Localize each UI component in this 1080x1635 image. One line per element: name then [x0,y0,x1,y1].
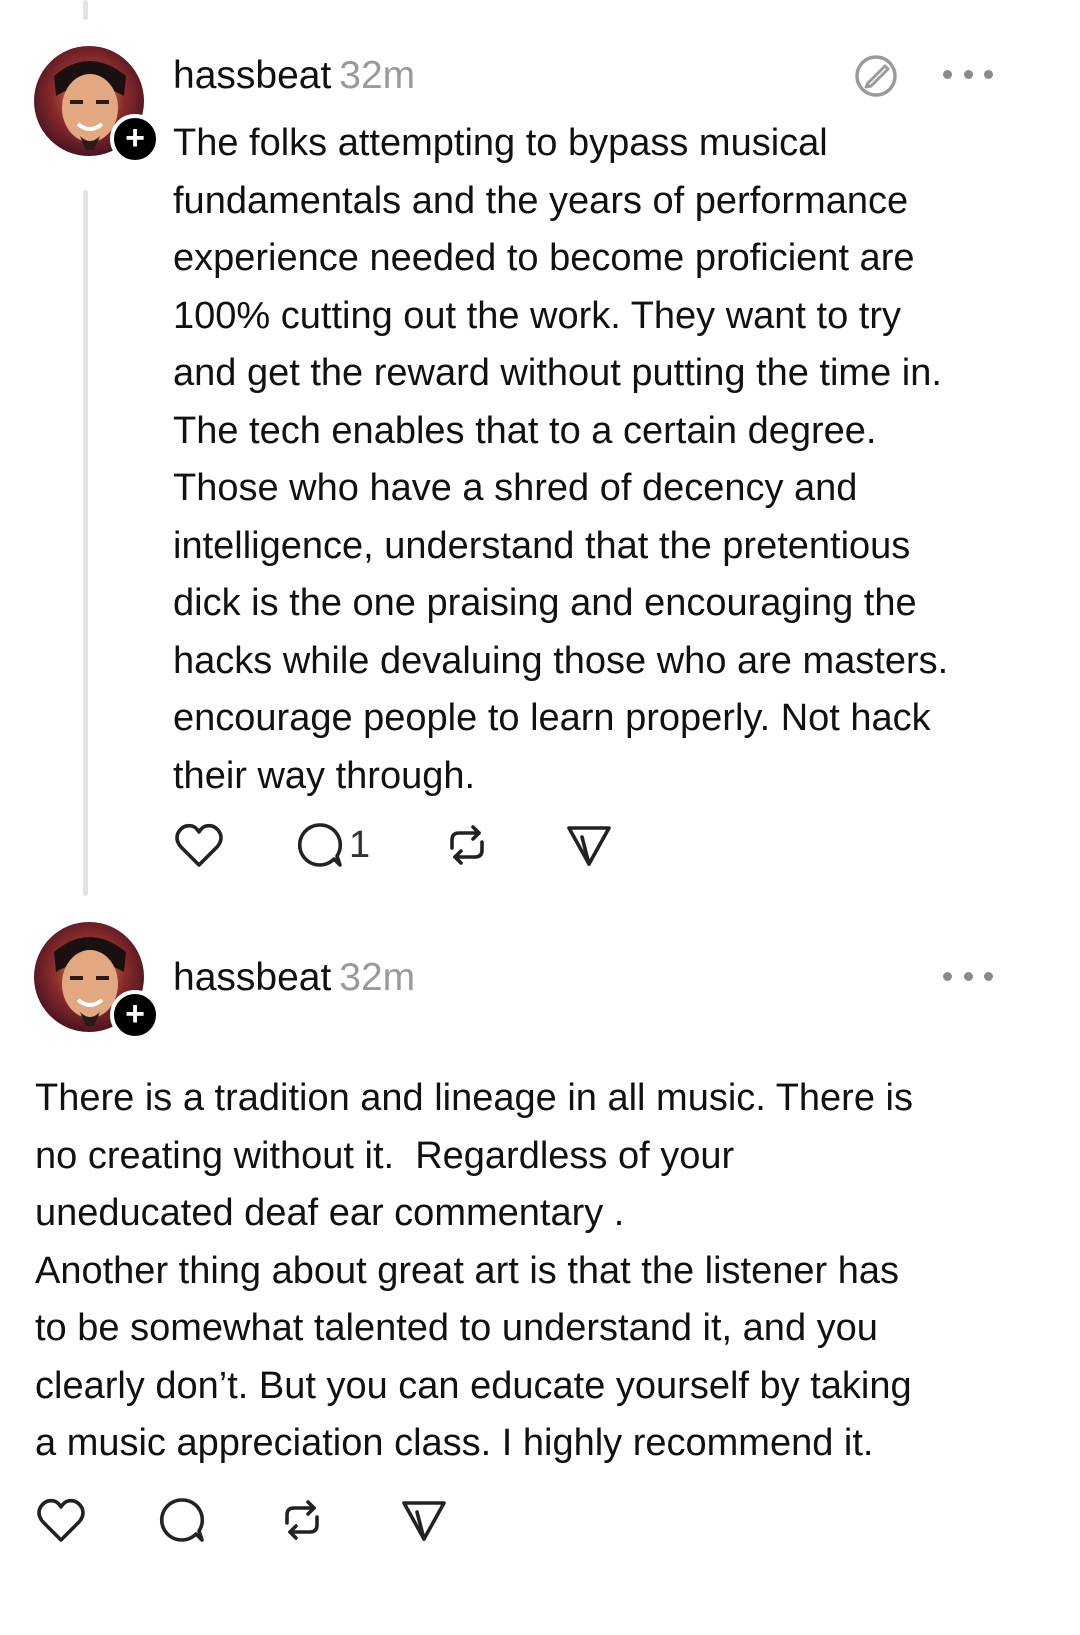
like-heart-icon[interactable] [173,820,225,870]
reply-count: 1 [349,823,371,866]
like-heart-icon[interactable] [35,1495,87,1545]
reply-bubble-icon[interactable] [295,820,345,870]
post-header: hassbeat 32m [173,956,415,1000]
edit-icon[interactable] [852,52,900,100]
share-send-icon[interactable] [564,820,614,870]
username[interactable]: hassbeat [173,54,331,97]
thread-line [83,190,88,896]
timestamp: 32m [339,956,416,999]
thread-line-top [83,0,88,20]
repost-icon[interactable] [442,820,492,870]
follow-plus-badge[interactable]: + [110,990,160,1040]
post-body: There is a tradition and lineage in all … [35,1077,913,1464]
action-bar: 1 [173,820,614,870]
action-bar [35,1495,449,1545]
repost-icon[interactable] [277,1495,327,1545]
reply-bubble-icon[interactable] [157,1495,207,1545]
share-send-icon[interactable] [399,1495,449,1545]
follow-plus-badge[interactable]: + [110,114,160,164]
avatar[interactable]: + [34,922,160,1040]
more-dots-icon[interactable] [943,966,993,986]
reply-action[interactable]: 1 [295,820,370,870]
timestamp: 32m [339,54,416,97]
more-dots-icon[interactable] [943,64,993,84]
post-body: The folks attempting to bypass musical f… [173,122,949,797]
post-header: hassbeat 32m [173,54,415,98]
username[interactable]: hassbeat [173,956,331,999]
avatar[interactable]: + [34,46,160,164]
